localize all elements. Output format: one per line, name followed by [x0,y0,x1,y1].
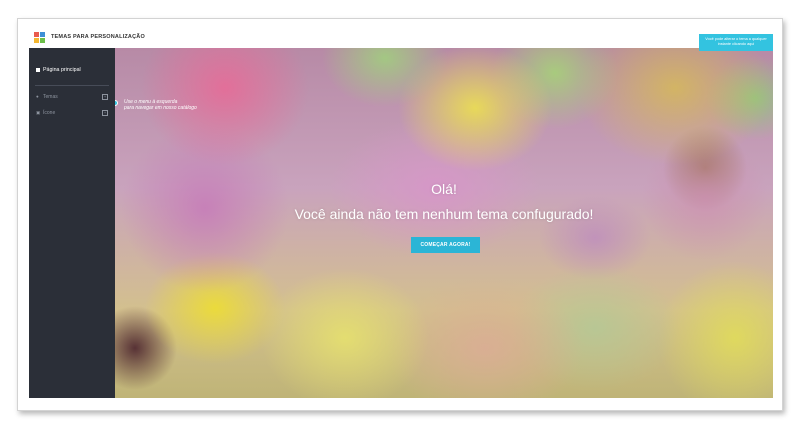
sidebar-divider [35,85,109,86]
image-icon: ▣ [36,110,41,115]
grid-icon [36,68,40,72]
pulse-dot-icon [115,100,118,106]
app-window: TEMAS PARA PERSONALIZAÇÃO Você pode alte… [29,28,773,398]
theme-change-tooltip: Você pode alterar o tema a qualquer inst… [699,34,773,51]
drop-icon: ● [36,94,39,99]
app-title: TEMAS PARA PERSONALIZAÇÃO [51,34,145,40]
expand-icon[interactable]: + [102,94,108,100]
sidebar-item-label: Página principal [43,67,81,73]
menu-hint-line: para navegar em nosso catálogo [124,104,197,111]
sidebar-item-home[interactable]: Página principal [36,67,81,73]
sidebar: Página principal ● Temas + ▣ Ícone + [29,48,115,398]
sidebar-item-temas[interactable]: ● Temas + [36,93,108,101]
hero-background: Use o menu à esquerda para navegar em no… [115,48,773,398]
sidebar-item-label: Ícone [43,110,56,116]
expand-icon[interactable]: + [102,110,108,116]
menu-hint: Use o menu à esquerda para navegar em no… [124,99,197,111]
sidebar-item-label: Temas [43,94,58,100]
top-bar: TEMAS PARA PERSONALIZAÇÃO [29,28,773,49]
app-logo-icon [34,32,45,43]
page-headline: Você ainda não tem nenhum tema confugura… [294,206,594,222]
sidebar-item-icone[interactable]: ▣ Ícone + [36,109,108,117]
greeting-text: Olá! [431,181,457,197]
start-now-button[interactable]: COMEÇAR AGORA! [411,237,480,253]
